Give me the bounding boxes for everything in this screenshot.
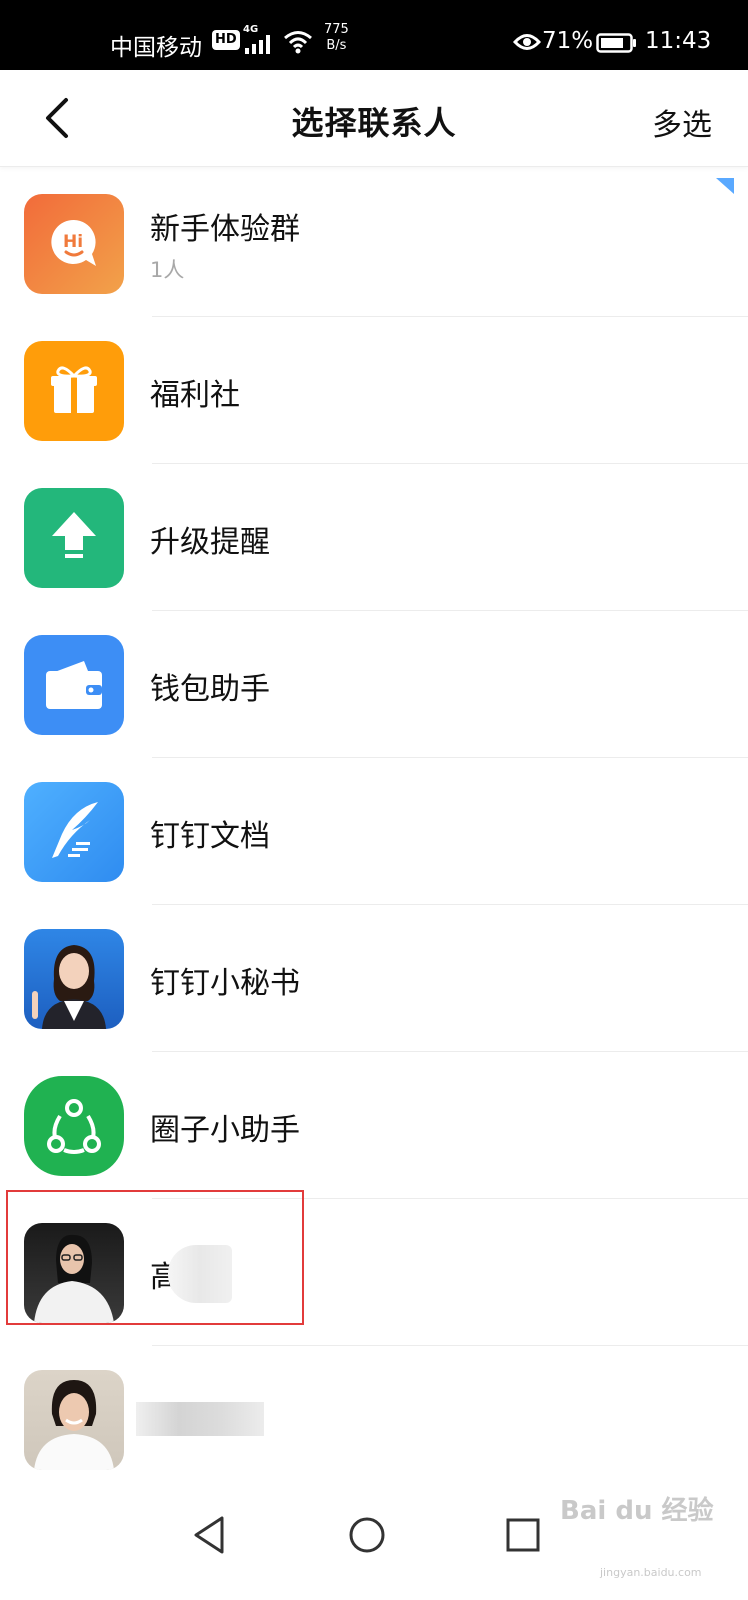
contact-name: 新手体验群: [150, 212, 300, 247]
contact-name: 钉钉文档: [150, 819, 270, 854]
hi-chat-bubble-icon: Hi: [24, 194, 124, 294]
status-bar: 中国移动 HD 4G 775 B/s 71% 11:43: [0, 0, 748, 70]
eye-comfort-icon: [513, 34, 541, 50]
list-item[interactable]: 升级提醒: [0, 464, 748, 611]
highlight-annotation: [6, 1190, 304, 1325]
watermark-url: jingyan.baidu.com: [600, 1566, 702, 1579]
contact-name: 钱包助手: [150, 672, 270, 707]
wallet-icon: [24, 635, 124, 735]
top-bar: 选择联系人 多选: [0, 70, 748, 167]
contact-name: 圈子小助手: [150, 1113, 300, 1148]
carrier-name: 中国移动: [110, 35, 202, 61]
contact-name: 钉钉小秘书: [150, 966, 300, 1001]
circle-nodes-icon: [24, 1076, 124, 1176]
home-nav-button[interactable]: [340, 1508, 394, 1562]
recents-nav-button[interactable]: [496, 1508, 550, 1562]
signal-icon: [245, 35, 270, 54]
wifi-icon: [284, 31, 312, 54]
list-item[interactable]: Hi 新手体验群 1人: [0, 170, 748, 317]
list-item[interactable]: 钉钉小秘书: [0, 905, 748, 1052]
list-item[interactable]: 钱包助手: [0, 611, 748, 758]
back-nav-button[interactable]: [184, 1508, 238, 1562]
page-title: 选择联系人: [291, 104, 457, 142]
list-item[interactable]: 圈子小助手: [0, 1052, 748, 1199]
watermark-logo: Bai du 经验: [560, 1496, 714, 1526]
member-count: 1人: [150, 258, 185, 282]
contact-name: 福利社: [150, 378, 240, 413]
circle-home-icon: [349, 1517, 385, 1553]
battery-icon: [596, 33, 636, 53]
assistant-avatar: [24, 929, 124, 1029]
multi-select-button[interactable]: 多选: [652, 100, 712, 144]
square-recents-icon: [506, 1518, 540, 1552]
network-speed: 775 B/s: [324, 22, 349, 53]
list-item[interactable]: 钉钉文档: [0, 758, 748, 905]
svg-text:Hi: Hi: [63, 232, 83, 252]
hd-badge: HD: [212, 30, 240, 50]
user-avatar: [24, 1370, 124, 1470]
triangle-back-icon: [194, 1516, 224, 1554]
list-item[interactable]: 福利社: [0, 317, 748, 464]
blurred-name: [136, 1402, 264, 1436]
contact-name: 升级提醒: [150, 525, 270, 560]
battery-percent: 71%: [542, 28, 594, 54]
upload-arrow-icon: [24, 488, 124, 588]
gift-icon: [24, 341, 124, 441]
clock: 11:43: [645, 28, 712, 54]
feather-pen-icon: [24, 782, 124, 882]
